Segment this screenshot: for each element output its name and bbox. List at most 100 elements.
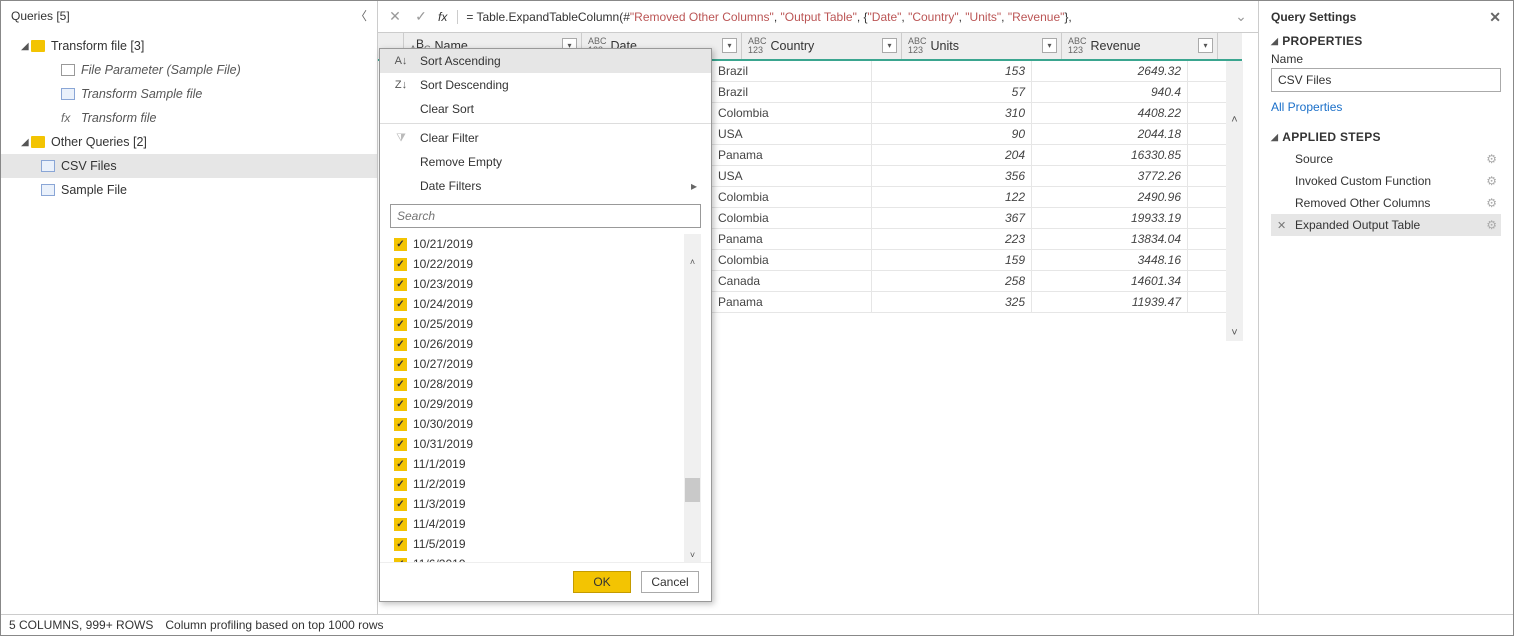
checkbox-icon[interactable]: ✓ xyxy=(394,358,407,371)
query-file-parameter[interactable]: File Parameter (Sample File) xyxy=(1,58,377,82)
applied-step[interactable]: ✕Expanded Output Table⚙ xyxy=(1271,214,1501,236)
table-row[interactable]: Brazil57940.4 xyxy=(712,82,1242,103)
filter-value-item[interactable]: ✓10/25/2019 xyxy=(390,314,701,334)
filter-value-item[interactable]: ✓10/21/2019 xyxy=(390,234,701,254)
close-settings-icon[interactable]: ✕ xyxy=(1489,9,1501,26)
checkbox-icon[interactable]: ✓ xyxy=(394,518,407,531)
filter-value-item[interactable]: ✓ 10/23/2019 xyxy=(390,274,701,294)
checkbox-icon[interactable]: ✓ xyxy=(394,498,407,511)
column-dropdown-icon[interactable]: ▾ xyxy=(882,38,897,53)
scroll-up-icon[interactable]: ˄ xyxy=(685,254,700,269)
filter-value-item[interactable]: ✓11/1/2019 xyxy=(390,454,701,474)
scroll-up-icon[interactable]: ˄ xyxy=(1227,111,1242,128)
date-filters[interactable]: Date Filters▸ xyxy=(380,174,711,198)
query-sample-file[interactable]: Sample File xyxy=(1,178,377,202)
accept-formula-icon[interactable]: ✓ xyxy=(412,8,430,25)
scroll-down-icon[interactable]: ˅ xyxy=(685,547,700,562)
checkbox-icon[interactable]: ✓ xyxy=(394,238,407,251)
table-row[interactable]: Colombia36719933.19 xyxy=(712,208,1242,229)
collapse-panel-icon[interactable]: 〈 xyxy=(355,7,367,24)
checkbox-icon[interactable]: ✓ xyxy=(394,558,407,563)
filter-search-input[interactable] xyxy=(390,204,701,228)
submenu-arrow-icon: ▸ xyxy=(691,179,697,193)
query-csv-files[interactable]: CSV Files xyxy=(1,154,377,178)
checkbox-icon[interactable]: ✓ xyxy=(394,418,407,431)
checkbox-icon[interactable]: ✓ xyxy=(394,538,407,551)
gear-icon[interactable]: ⚙ xyxy=(1486,218,1497,232)
table-row[interactable]: Brazil1532649.32 xyxy=(712,61,1242,82)
ok-button[interactable]: OK xyxy=(573,571,631,593)
folder-transform-file[interactable]: ◢ Transform file [3] xyxy=(1,34,377,58)
scroll-down-icon[interactable]: ˅ xyxy=(1227,324,1242,341)
table-row[interactable]: Colombia1593448.16 xyxy=(712,250,1242,271)
filter-value-item[interactable]: ✓10/28/2019 xyxy=(390,374,701,394)
query-name-input[interactable] xyxy=(1271,68,1501,92)
cancel-formula-icon[interactable]: ✕ xyxy=(386,8,404,25)
filter-value-item[interactable]: ✓11/4/2019 xyxy=(390,514,701,534)
scrollbar-thumb[interactable] xyxy=(685,478,700,502)
datatype-icon[interactable]: ABC123 xyxy=(748,37,767,55)
filter-value-item[interactable]: ✓10/27/2019 xyxy=(390,354,701,374)
gear-icon[interactable]: ⚙ xyxy=(1486,196,1497,210)
checkbox-icon[interactable]: ✓ xyxy=(394,258,407,271)
filter-value-item[interactable]: ✓10/26/2019 xyxy=(390,334,701,354)
checkbox-icon[interactable]: ✓ xyxy=(394,378,407,391)
filter-value-item[interactable]: ✓11/5/2019 xyxy=(390,534,701,554)
table-row[interactable]: Canada25814601.34 xyxy=(712,271,1242,292)
datatype-icon[interactable]: ABC123 xyxy=(908,37,927,55)
datatype-icon[interactable]: ABC123 xyxy=(1068,37,1087,55)
clear-sort[interactable]: Clear Sort xyxy=(380,97,711,121)
gear-icon[interactable]: ⚙ xyxy=(1486,152,1497,166)
filter-value-item[interactable]: ✓10/30/2019 xyxy=(390,414,701,434)
filter-value-item[interactable]: ✓10/31/2019 xyxy=(390,434,701,454)
queries-title: Queries [5] xyxy=(11,9,70,23)
table-row[interactable]: Colombia1222490.96 xyxy=(712,187,1242,208)
checkbox-icon[interactable]: ✓ xyxy=(394,438,407,451)
checkbox-icon[interactable]: ✓ xyxy=(394,318,407,331)
formula-text[interactable]: = Table.ExpandTableColumn(#"Removed Othe… xyxy=(466,10,1224,24)
filter-value-item[interactable]: ✓10/24/2019 xyxy=(390,294,701,314)
fx-icon[interactable]: fx xyxy=(438,10,458,24)
column-dropdown-icon[interactable]: ▾ xyxy=(1042,38,1057,53)
column-header-country[interactable]: ABC123 Country ▾ xyxy=(742,33,902,59)
column-header-revenue[interactable]: ABC123 Revenue ▾ xyxy=(1062,33,1218,59)
table-row[interactable]: Panama22313834.04 xyxy=(712,229,1242,250)
column-dropdown-icon[interactable]: ▾ xyxy=(1198,38,1213,53)
filter-value-item[interactable]: ✓11/3/2019 xyxy=(390,494,701,514)
all-properties-link[interactable]: All Properties xyxy=(1271,100,1501,114)
table-row[interactable]: USA3563772.26 xyxy=(712,166,1242,187)
table-row[interactable]: Colombia3104408.22 xyxy=(712,103,1242,124)
filter-value-item[interactable]: ✓11/6/2019 xyxy=(390,554,701,562)
table-row[interactable]: USA902044.18 xyxy=(712,124,1242,145)
checkbox-icon[interactable]: ✓ xyxy=(394,338,407,351)
filter-value-item[interactable]: ✓10/22/2019 xyxy=(390,254,701,274)
delete-step-icon[interactable]: ✕ xyxy=(1277,219,1286,232)
clear-filter[interactable]: ⧩Clear Filter xyxy=(380,126,711,150)
column-header-units[interactable]: ABC123 Units ▾ xyxy=(902,33,1062,59)
gear-icon[interactable]: ⚙ xyxy=(1486,174,1497,188)
checkbox-icon[interactable]: ✓ xyxy=(394,278,407,291)
applied-step[interactable]: Source⚙ xyxy=(1271,148,1501,170)
applied-step[interactable]: Removed Other Columns⚙ xyxy=(1271,192,1501,214)
filter-value-label: 10/23/2019 xyxy=(413,277,473,291)
sort-ascending[interactable]: A↓Sort Ascending xyxy=(380,49,711,73)
expand-formula-icon[interactable]: ⌄ xyxy=(1232,8,1250,25)
sort-descending[interactable]: Z↓Sort Descending xyxy=(380,73,711,97)
grid-scrollbar[interactable]: ˄ ˅ xyxy=(1226,61,1243,341)
cancel-button[interactable]: Cancel xyxy=(641,571,699,593)
table-row[interactable]: Panama20416330.85 xyxy=(712,145,1242,166)
column-dropdown-icon[interactable]: ▾ xyxy=(722,38,737,53)
query-transform-sample[interactable]: Transform Sample file xyxy=(1,82,377,106)
checkbox-icon[interactable]: ✓ xyxy=(394,398,407,411)
checkbox-icon[interactable]: ✓ xyxy=(394,458,407,471)
applied-step[interactable]: Invoked Custom Function⚙ xyxy=(1271,170,1501,192)
checkbox-icon[interactable]: ✓ xyxy=(394,478,407,491)
filter-value-item[interactable]: ✓10/29/2019 xyxy=(390,394,701,414)
filter-value-item[interactable]: ✓11/2/2019 xyxy=(390,474,701,494)
filter-scrollbar[interactable]: ˄ ˅ xyxy=(684,234,701,562)
remove-empty[interactable]: Remove Empty xyxy=(380,150,711,174)
folder-other-queries[interactable]: ◢ Other Queries [2] xyxy=(1,130,377,154)
query-transform-file[interactable]: fx Transform file xyxy=(1,106,377,130)
table-row[interactable]: Panama32511939.47 xyxy=(712,292,1242,313)
checkbox-icon[interactable]: ✓ xyxy=(394,298,407,311)
